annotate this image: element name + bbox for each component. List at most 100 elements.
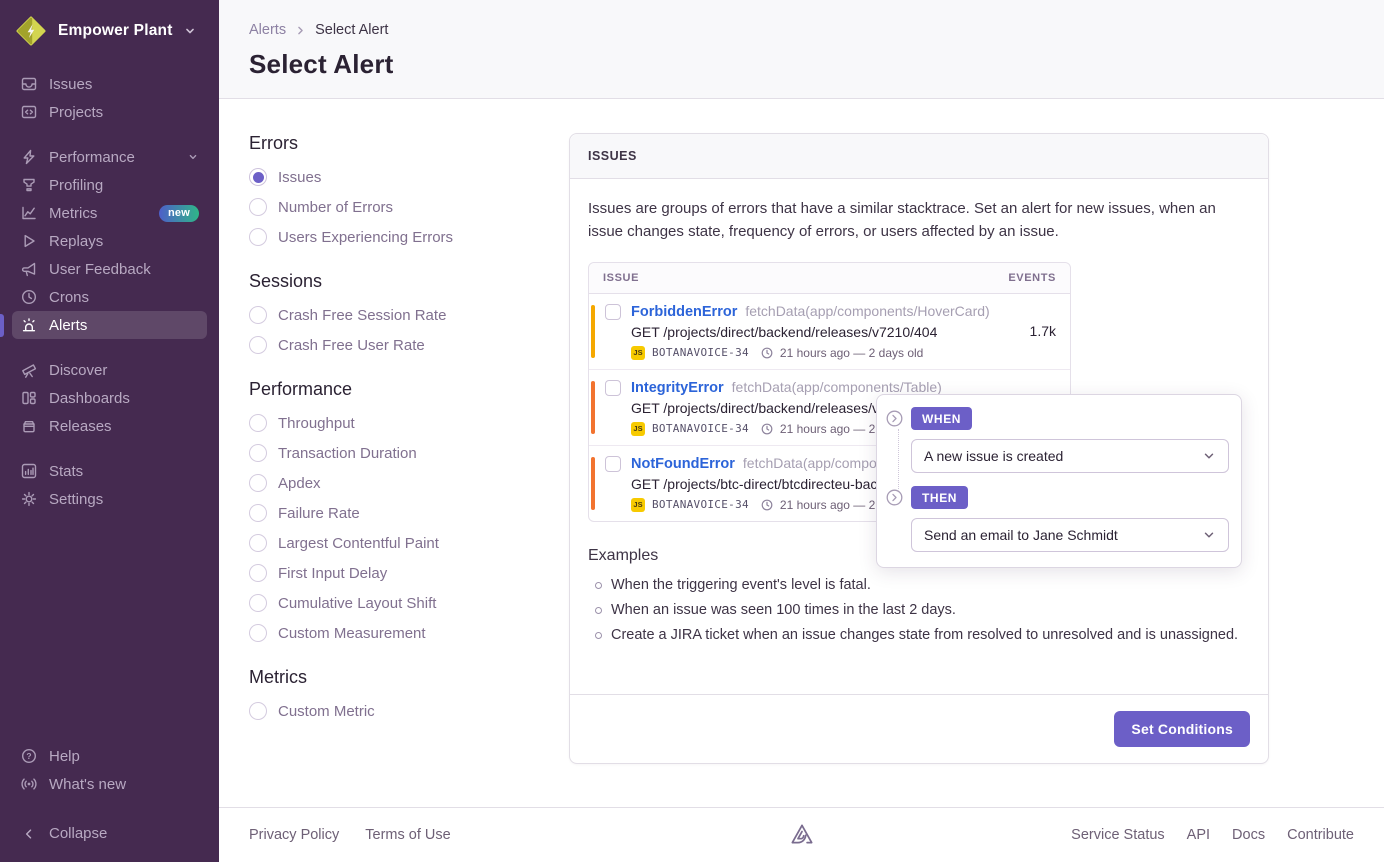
radio-label: First Input Delay xyxy=(278,565,387,582)
selector-section-sessions: Sessions Crash Free Session Rate Crash F… xyxy=(249,271,569,354)
issue-transaction: GET /projects/direct/backend/releases/v7… xyxy=(631,324,1010,340)
sidebar-item-label: Discover xyxy=(49,362,107,379)
chevron-down-icon xyxy=(187,151,199,163)
megaphone-icon xyxy=(20,260,38,278)
sidebar-item-discover[interactable]: Discover xyxy=(12,356,207,384)
org-switcher[interactable]: Empower Plant xyxy=(0,0,219,54)
sidebar-item-label: Settings xyxy=(49,491,103,508)
breadcrumb-alerts-link[interactable]: Alerts xyxy=(249,22,286,38)
then-step: THEN Send an email to Jane Schmidt xyxy=(886,486,1229,552)
sidebar-item-label: Replays xyxy=(49,233,103,250)
radio-selected[interactable] xyxy=(249,168,267,186)
terms-of-use-link[interactable]: Terms of Use xyxy=(365,827,450,843)
issue-title-link[interactable]: IntegrityError xyxy=(631,380,724,396)
radio-option-throughput[interactable]: Throughput xyxy=(249,414,569,432)
radio-option-apdex[interactable]: Apdex xyxy=(249,474,569,492)
sidebar-item-crons[interactable]: Crons xyxy=(12,283,207,311)
radio[interactable] xyxy=(249,414,267,432)
radio[interactable] xyxy=(249,228,267,246)
radio[interactable] xyxy=(249,702,267,720)
sidebar-item-user-feedback[interactable]: User Feedback xyxy=(12,255,207,283)
radio[interactable] xyxy=(249,198,267,216)
then-action-select[interactable]: Send an email to Jane Schmidt xyxy=(911,518,1229,552)
radio[interactable] xyxy=(249,504,267,522)
alert-type-selector: Errors Issues Number of Errors Users Exp… xyxy=(249,133,569,745)
radio-option-crash-free-user-rate[interactable]: Crash Free User Rate xyxy=(249,336,569,354)
example-item: When the triggering event's level is fat… xyxy=(588,577,1250,593)
when-condition-value: A new issue is created xyxy=(924,448,1063,464)
table-row[interactable]: ForbiddenError fetchData(app/components/… xyxy=(589,294,1070,370)
privacy-policy-link[interactable]: Privacy Policy xyxy=(249,827,339,843)
radio-option-number-of-errors[interactable]: Number of Errors xyxy=(249,198,569,216)
radio-option-custom-metric[interactable]: Custom Metric xyxy=(249,702,569,720)
issue-summary: ForbiddenError fetchData(app/components/… xyxy=(631,303,1010,360)
sidebar-item-settings[interactable]: Settings xyxy=(12,485,207,513)
radio[interactable] xyxy=(249,474,267,492)
docs-link[interactable]: Docs xyxy=(1232,827,1265,843)
radio[interactable] xyxy=(249,534,267,552)
collapse-label: Collapse xyxy=(49,825,107,842)
when-badge: WHEN xyxy=(911,407,972,430)
sidebar-item-profiling[interactable]: Profiling xyxy=(12,171,207,199)
sidebar-item-label: Crons xyxy=(49,289,89,306)
when-condition-select[interactable]: A new issue is created xyxy=(911,439,1229,473)
service-status-link[interactable]: Service Status xyxy=(1071,827,1165,843)
table-header: ISSUE EVENTS xyxy=(589,263,1070,294)
sidebar-item-performance[interactable]: Performance xyxy=(12,143,207,171)
sidebar-item-projects[interactable]: Projects xyxy=(12,98,207,126)
radio-option-issues[interactable]: Issues xyxy=(249,168,569,186)
column-header-events: EVENTS xyxy=(1008,272,1056,284)
row-checkbox[interactable] xyxy=(605,380,621,396)
sidebar-item-help[interactable]: ? Help xyxy=(12,742,207,770)
then-badge: THEN xyxy=(911,486,968,509)
radio-option-largest-contentful-paint[interactable]: Largest Contentful Paint xyxy=(249,534,569,552)
circle-chevron-right-icon xyxy=(886,410,903,427)
sidebar-item-whats-new[interactable]: What's new xyxy=(12,770,207,798)
radio-label: Crash Free Session Rate xyxy=(278,307,446,324)
section-title: Sessions xyxy=(249,271,569,292)
sentry-logo-icon[interactable] xyxy=(789,823,815,847)
row-checkbox[interactable] xyxy=(605,456,621,472)
sidebar-item-replays[interactable]: Replays xyxy=(12,227,207,255)
sidebar-item-label: Stats xyxy=(49,463,83,480)
sidebar-item-alerts[interactable]: Alerts xyxy=(12,311,207,339)
sidebar-item-stats[interactable]: Stats xyxy=(12,457,207,485)
radio[interactable] xyxy=(249,306,267,324)
radio[interactable] xyxy=(249,594,267,612)
issue-title-link[interactable]: ForbiddenError xyxy=(631,304,737,320)
sidebar-item-issues[interactable]: Issues xyxy=(12,70,207,98)
radio[interactable] xyxy=(249,564,267,582)
radio-label: Custom Measurement xyxy=(278,625,426,642)
issue-culprit: fetchData(app/components/HoverCard) xyxy=(745,303,989,319)
metrics-icon xyxy=(20,204,38,222)
sidebar-spacer xyxy=(0,513,219,725)
sidebar-item-dashboards[interactable]: Dashboards xyxy=(12,384,207,412)
issue-title-link[interactable]: NotFoundError xyxy=(631,456,735,472)
radio-option-crash-free-session-rate[interactable]: Crash Free Session Rate xyxy=(249,306,569,324)
radio-option-cumulative-layout-shift[interactable]: Cumulative Layout Shift xyxy=(249,594,569,612)
sidebar-item-releases[interactable]: Releases xyxy=(12,412,207,440)
javascript-platform-icon: JS xyxy=(631,346,645,360)
project-slug: BOTANAVOICE-34 xyxy=(652,346,749,359)
radio-label: Users Experiencing Errors xyxy=(278,229,453,246)
radio-option-first-input-delay[interactable]: First Input Delay xyxy=(249,564,569,582)
radio-option-failure-rate[interactable]: Failure Rate xyxy=(249,504,569,522)
contribute-link[interactable]: Contribute xyxy=(1287,827,1354,843)
radio-option-users-experiencing-errors[interactable]: Users Experiencing Errors xyxy=(249,228,569,246)
sidebar-item-metrics[interactable]: Metrics new xyxy=(12,199,207,227)
row-checkbox[interactable] xyxy=(605,304,621,320)
radio[interactable] xyxy=(249,336,267,354)
radio-option-custom-measurement[interactable]: Custom Measurement xyxy=(249,624,569,642)
set-conditions-button[interactable]: Set Conditions xyxy=(1114,711,1250,747)
radio[interactable] xyxy=(249,624,267,642)
circle-chevron-right-icon xyxy=(886,489,903,506)
broadcast-icon xyxy=(20,775,38,793)
api-link[interactable]: API xyxy=(1187,827,1210,843)
sidebar-collapse-button[interactable]: Collapse xyxy=(0,812,219,862)
radio[interactable] xyxy=(249,444,267,462)
clock-icon xyxy=(761,347,773,359)
radio-option-transaction-duration[interactable]: Transaction Duration xyxy=(249,444,569,462)
sidebar-item-label: Projects xyxy=(49,104,103,121)
section-title: Metrics xyxy=(249,667,569,688)
chevron-down-icon xyxy=(1202,449,1216,463)
